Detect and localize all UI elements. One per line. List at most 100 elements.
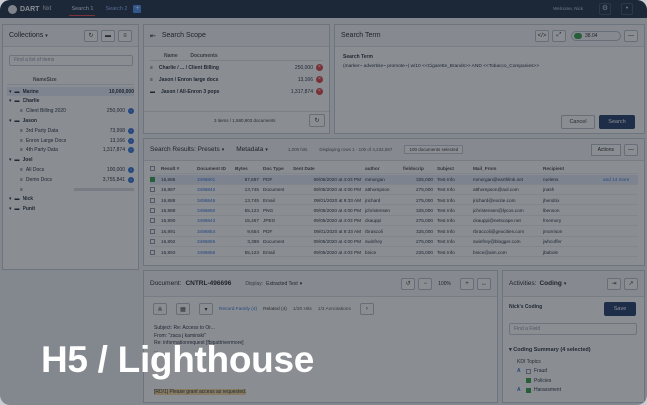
row-checkbox[interactable]	[150, 239, 155, 245]
code-icon[interactable]: </>	[535, 29, 549, 42]
collection-row[interactable]: ≡ Enron Large Docs 13,166 ›	[7, 136, 134, 145]
app-logo[interactable]: DART Nxt	[8, 4, 51, 14]
refresh-icon[interactable]: ↻	[84, 29, 98, 42]
cell-id[interactable]: 3496856	[197, 250, 235, 255]
undo-icon[interactable]: ↺	[401, 277, 416, 290]
cell-id[interactable]: 3496801	[197, 177, 235, 182]
collection-row[interactable]: ▾ ▬ Charlie	[7, 97, 134, 106]
table-row[interactable]: 16,886 3496801 87,687 PDF 09/05/2020 at 4:03…	[150, 175, 638, 185]
table-row[interactable]: 16,887 3496842 13,745 Document 09/05/2020 at…	[150, 185, 638, 195]
metadata-dropdown[interactable]: Metadata	[236, 146, 263, 153]
save-button[interactable]: Save	[604, 302, 636, 316]
cell-id[interactable]: 3496855	[197, 239, 235, 244]
collection-row[interactable]: ▾ ▬ Jason	[7, 116, 134, 125]
table-row[interactable]: 16,893 3496856 55,123 Email 09/05/2020 at 4:…	[150, 248, 638, 258]
refresh-icon[interactable]: ↻	[309, 114, 325, 127]
collection-row[interactable]: ≡ 4th Party Data 1,317,874 ›	[7, 146, 134, 155]
collection-row[interactable]: ▾ ▬ Joel	[7, 156, 134, 165]
row-checkbox[interactable]	[150, 197, 155, 203]
coding-set-dropdown[interactable]: Nick's Coding	[509, 304, 542, 310]
cell-id[interactable]: 3496842	[197, 187, 235, 192]
column-header[interactable]: Result #	[161, 166, 197, 171]
grid-icon[interactable]: ▦	[176, 303, 190, 315]
table-row[interactable]: 16,892 3496855 3,389 Document 09/05/2020 at …	[150, 237, 638, 247]
coding-item[interactable]: Policies	[517, 378, 551, 384]
collapse-right-icon[interactable]: ⇥	[607, 277, 621, 290]
column-header[interactable]: Sent Date	[293, 166, 365, 171]
tab-search-2[interactable]: Search 2	[103, 3, 129, 15]
search-button[interactable]: Search	[599, 115, 635, 129]
collection-row[interactable]: ≡	[7, 185, 134, 194]
column-header[interactable]: Doc Type	[263, 166, 293, 171]
remove-icon[interactable]: ×	[316, 88, 323, 95]
actions-dropdown[interactable]: Actions	[590, 143, 621, 156]
row-checkbox[interactable]	[150, 187, 155, 193]
remove-icon[interactable]: ×	[316, 64, 323, 71]
gear-icon[interactable]: ⚙	[599, 3, 611, 15]
cell-id[interactable]: 3496849	[197, 198, 235, 203]
arrow-right-icon[interactable]: ›	[128, 108, 134, 115]
chevron-down-icon[interactable]: ▾	[222, 147, 225, 153]
row-checkbox[interactable]	[150, 207, 155, 213]
chevron-down-icon[interactable]: ▾	[9, 196, 12, 202]
chevron-down-icon[interactable]: ▾	[265, 147, 268, 153]
collection-row[interactable]: ≡ Demo Docs 3,755,841 ›	[7, 175, 134, 184]
chevron-down-icon[interactable]: ▾	[300, 281, 303, 287]
results-title[interactable]: Search Results: Presets	[150, 146, 220, 153]
arrow-right-icon[interactable]: ›	[128, 127, 134, 134]
chevron-right-icon[interactable]: ›	[359, 303, 374, 315]
chevron-down-icon[interactable]: ▾	[45, 33, 48, 39]
coding-checkbox[interactable]	[526, 387, 531, 393]
row-checkbox[interactable]	[150, 218, 155, 224]
remove-icon[interactable]: ×	[316, 76, 323, 83]
collection-row[interactable]: ▾ ▬ Marine 10,000,000	[7, 87, 134, 96]
scope-row[interactable]: ≡ Jason / Enron large docs 13,166 ×	[150, 75, 323, 84]
cell-id[interactable]: 3496854	[197, 229, 235, 234]
selection-dropdown[interactable]: 100 documents selected	[404, 145, 464, 154]
coding-checkbox[interactable]	[526, 368, 531, 374]
minimize-icon[interactable]: —	[624, 143, 638, 156]
chevron-down-icon[interactable]: ▾	[9, 118, 12, 124]
hierarchy-icon[interactable]: ⋔	[153, 303, 167, 315]
column-header[interactable]: Document ID	[197, 166, 235, 171]
arrow-right-icon[interactable]: ›	[128, 147, 134, 154]
coding-summary[interactable]: ▾ Coding Summary (4 selected)	[509, 347, 591, 353]
coding-item[interactable]: A Harassment	[517, 387, 561, 393]
chevron-down-icon[interactable]: ▾	[564, 281, 567, 287]
collection-row[interactable]: ▾ ▬ Punit	[7, 205, 134, 214]
zoom-out-icon[interactable]: −	[418, 277, 433, 290]
minimize-icon[interactable]: —	[624, 29, 638, 42]
row-checkbox[interactable]	[150, 228, 155, 234]
collapse-left-icon[interactable]: ⇤	[150, 32, 156, 40]
list-icon[interactable]: ≡	[118, 29, 132, 42]
zoom-in-icon[interactable]: +	[460, 277, 474, 290]
find-field-input[interactable]: Find a Field	[509, 323, 637, 335]
coding-item[interactable]: A Fraud	[517, 368, 547, 374]
search-query-text[interactable]: (marker~ advertise~ promote~) w/10 <<Cig…	[343, 64, 633, 69]
collection-row[interactable]: ≡ Client Billing 2020 250,000 ›	[7, 107, 134, 116]
column-header[interactable]: Mail_From	[473, 166, 543, 171]
coding-checkbox[interactable]	[526, 378, 531, 383]
arrow-right-icon[interactable]: ›	[128, 137, 134, 144]
column-header[interactable]: Subject	[437, 166, 473, 171]
collections-filter-input[interactable]: Find a list of items	[9, 55, 133, 66]
arrow-right-icon[interactable]: ›	[128, 166, 134, 173]
hit-count-toggle[interactable]: 38.04	[571, 30, 621, 41]
table-row[interactable]: 16,890 3496843 15,467 JPEG 09/05/2020 at 4:0…	[150, 217, 638, 227]
display-mode-dropdown[interactable]: Extracted Text	[266, 281, 298, 287]
chevron-down-icon[interactable]: ▾	[9, 89, 12, 95]
collection-row[interactable]: ≡ 3rd Party Data 73,998 ›	[7, 126, 134, 135]
column-header[interactable]: Recipient	[543, 166, 603, 171]
table-row[interactable]: 16,891 3496854 9,654 PDF 09/01/2020 at 9:33 …	[150, 227, 638, 237]
column-header[interactable]: fieldscrip	[403, 166, 437, 171]
select-all-checkbox[interactable]	[150, 165, 155, 171]
record-family-link[interactable]: Record Family (4)	[219, 307, 257, 312]
expand-icon[interactable]: ⤢	[552, 29, 566, 42]
plus-icon[interactable]: +	[133, 5, 142, 13]
table-row[interactable]: 16,889 3496850 55,123 PNG 09/05/2020 at 4:00…	[150, 206, 638, 216]
pop-out-icon[interactable]: ↗	[624, 277, 638, 290]
bell-icon[interactable]: •	[621, 3, 633, 15]
row-checkbox[interactable]	[150, 249, 155, 255]
cancel-button[interactable]: Cancel	[561, 115, 595, 129]
chevron-down-icon[interactable]: ▾	[9, 206, 12, 212]
